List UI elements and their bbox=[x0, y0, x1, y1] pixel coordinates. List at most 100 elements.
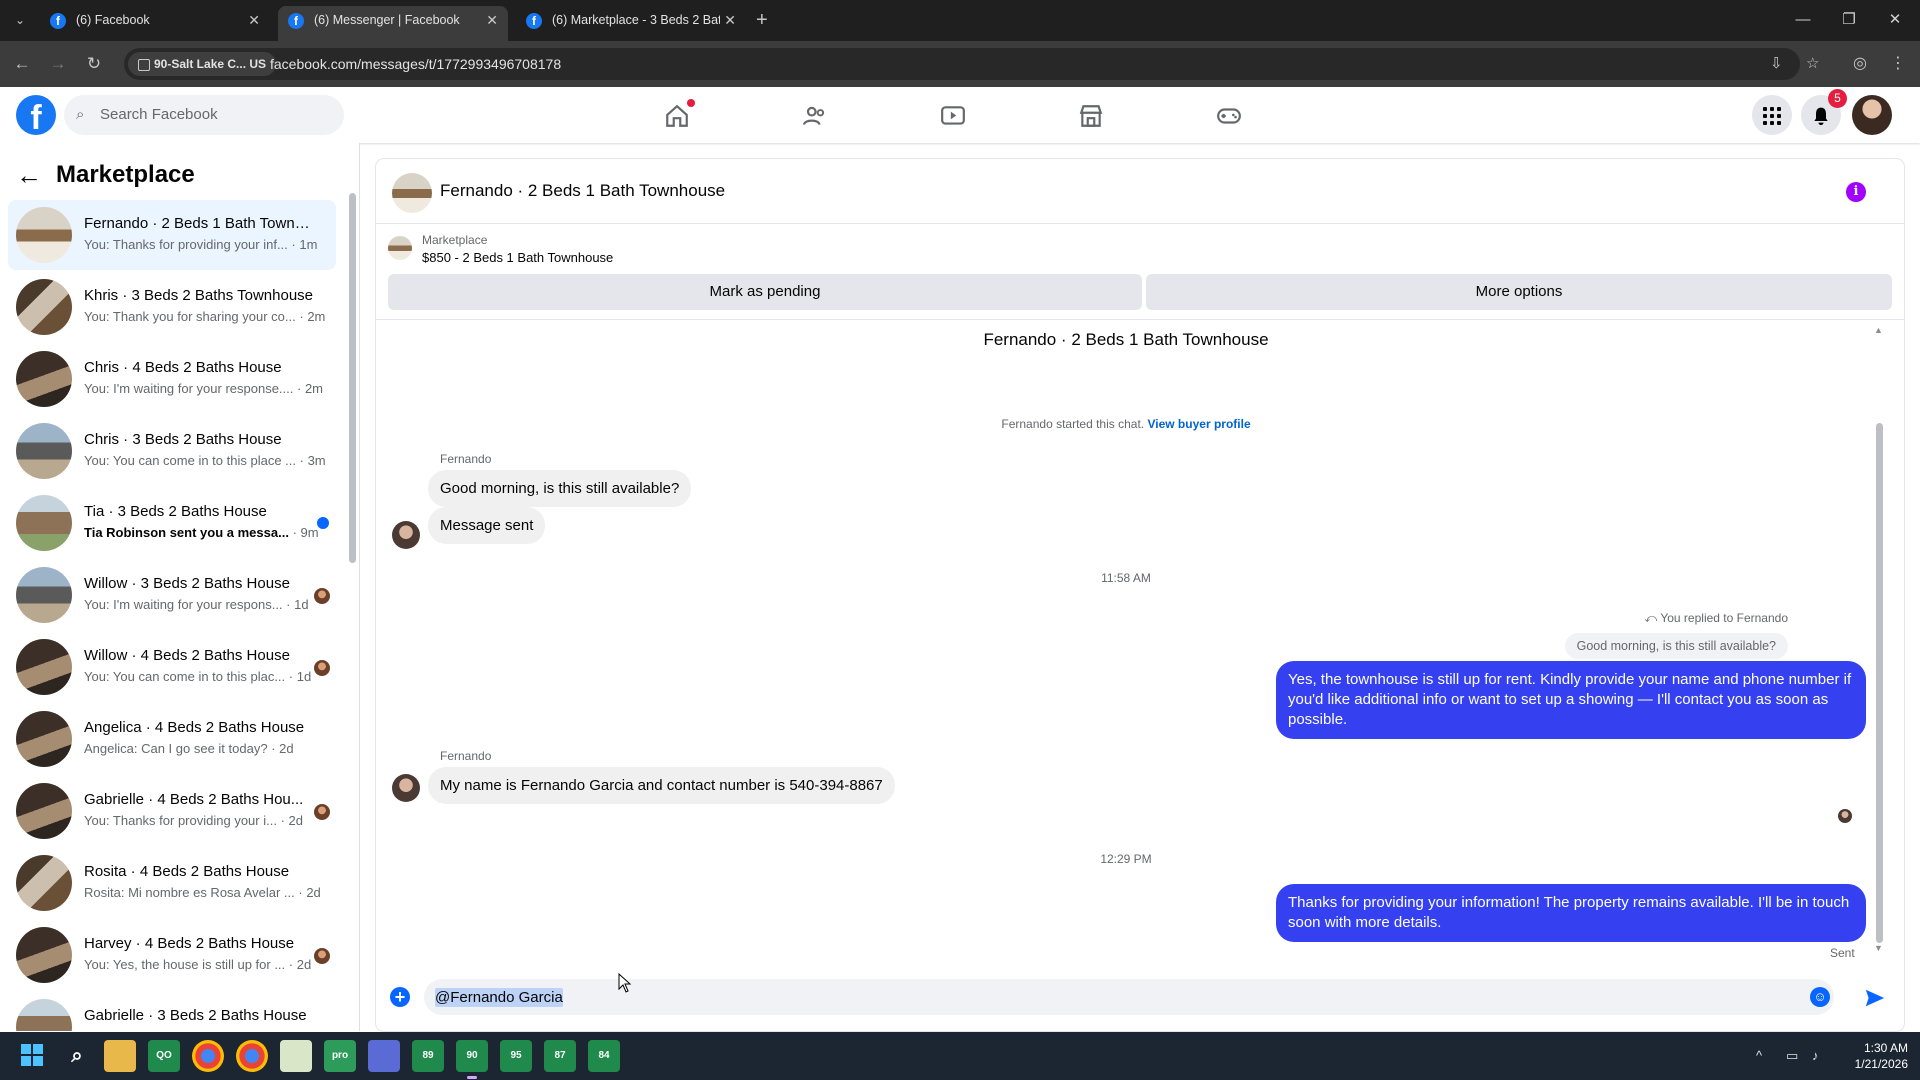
pro-tile-icon[interactable]: pro bbox=[324, 1040, 356, 1072]
system-clock[interactable]: 1:30 AM 1/21/2026 bbox=[1842, 1040, 1908, 1072]
menu-grid-icon[interactable] bbox=[1752, 95, 1792, 135]
conversation-item[interactable]: Gabrielle · 4 Beds 2 Baths Hou... You: Th… bbox=[8, 776, 336, 846]
listing-thumbnail bbox=[16, 495, 72, 551]
browser-tab-messenger[interactable]: f (6) Messenger | Facebook ✕ bbox=[278, 6, 508, 41]
more-options-button[interactable]: More options bbox=[1146, 274, 1892, 310]
close-icon[interactable]: ✕ bbox=[248, 6, 260, 34]
conversation-item[interactable]: Khris · 3 Beds 2 Baths Townhouse You: Tha… bbox=[8, 272, 336, 342]
back-arrow-icon[interactable]: ← bbox=[16, 157, 42, 193]
file-explorer-icon[interactable] bbox=[104, 1040, 136, 1072]
info-icon[interactable]: i bbox=[1846, 182, 1866, 202]
search-facebook-field[interactable]: ⌕ Search Facebook bbox=[64, 95, 344, 135]
chat-scrollbar[interactable] bbox=[1876, 423, 1883, 943]
emoji-icon[interactable]: ☺ bbox=[1810, 987, 1830, 1007]
site-info-chip[interactable]: 90-Salt Lake C... US bbox=[128, 52, 277, 76]
conversation-item[interactable]: Gabrielle · 3 Beds 2 Baths House Gabriell… bbox=[8, 992, 336, 1031]
conversation-item[interactable]: Chris · 4 Beds 2 Baths House You: I'm wai… bbox=[8, 344, 336, 414]
url-text[interactable]: facebook.com/messages/t/1772993496708178 bbox=[270, 48, 561, 80]
notifications-bell-icon[interactable]: 5 bbox=[1801, 89, 1847, 135]
scroll-up-icon[interactable]: ▲ bbox=[1874, 325, 1883, 335]
conversation-item[interactable]: Rosita · 4 Beds 2 Baths House Rosita: Mi … bbox=[8, 848, 336, 918]
install-app-icon[interactable]: ⇩ bbox=[1770, 48, 1783, 80]
unread-dot bbox=[317, 517, 329, 529]
started-text: Fernando started this chat. bbox=[1001, 417, 1145, 431]
incoming-message[interactable]: My name is Fernando Garcia and contact n… bbox=[428, 767, 895, 804]
listing-thumbnail bbox=[16, 351, 72, 407]
incoming-message[interactable]: Message sent bbox=[428, 507, 546, 544]
app-icon[interactable] bbox=[368, 1040, 400, 1072]
app-95-dall-icon[interactable]: 95 bbox=[500, 1040, 532, 1072]
friends-icon[interactable] bbox=[759, 93, 871, 137]
app-89-cha-icon[interactable]: 89 bbox=[412, 1040, 444, 1072]
conversation-item[interactable]: Tia · 3 Beds 2 Baths House Tia Robinson s… bbox=[8, 488, 336, 558]
account-avatar[interactable] bbox=[1852, 95, 1892, 135]
preview-text: You: Thanks for providing your i... bbox=[84, 813, 277, 828]
network-icon[interactable]: ▭ bbox=[1786, 1032, 1798, 1080]
app-qo-icon[interactable]: QO bbox=[148, 1040, 180, 1072]
close-icon[interactable]: ✕ bbox=[486, 6, 498, 34]
marketplace-icon[interactable] bbox=[1035, 93, 1147, 137]
sheet-app-icon[interactable] bbox=[280, 1040, 312, 1072]
chrome-profile-h-icon[interactable] bbox=[192, 1040, 224, 1072]
conversation-item[interactable]: Harvey · 4 Beds 2 Baths House You: Yes, t… bbox=[8, 920, 336, 990]
sidebar-scrollbar[interactable] bbox=[349, 193, 356, 563]
facebook-favicon-icon: f bbox=[526, 13, 542, 29]
app-84-cin-icon[interactable]: 84 bbox=[588, 1040, 620, 1072]
facebook-logo[interactable]: f bbox=[16, 95, 56, 135]
app-90-salt-icon[interactable]: 90 bbox=[456, 1040, 488, 1072]
conversation-time: · 2m bbox=[297, 381, 324, 396]
conversation-item[interactable]: Chris · 3 Beds 2 Baths House You: You can… bbox=[8, 416, 336, 486]
incoming-message[interactable]: Good morning, is this still available? bbox=[428, 470, 692, 507]
tab-search-icon[interactable]: ⌄ bbox=[8, 9, 32, 31]
minimize-icon[interactable]: — bbox=[1780, 6, 1826, 34]
clock-time: 1:30 AM bbox=[1863, 1041, 1908, 1055]
sender-avatar[interactable] bbox=[392, 774, 420, 802]
conversation-item[interactable]: Angelica · 4 Beds 2 Baths House Angelica:… bbox=[8, 704, 336, 774]
plus-icon[interactable]: + bbox=[390, 987, 410, 1007]
chat-header: Fernando · 2 Beds 1 Bath Townhouse i bbox=[376, 159, 1904, 224]
new-tab-button[interactable]: + bbox=[756, 6, 768, 34]
conversation-item[interactable]: Willow · 3 Beds 2 Baths House You: I'm wa… bbox=[8, 560, 336, 630]
chat-title[interactable]: Fernando · 2 Beds 1 Bath Townhouse bbox=[440, 181, 725, 201]
notification-count-badge: 5 bbox=[1828, 89, 1847, 108]
view-buyer-profile-link[interactable]: View buyer profile bbox=[1147, 417, 1250, 431]
listing-summary[interactable]: Marketplace $850 - 2 Beds 1 Bath Townhou… bbox=[388, 230, 1888, 265]
listing-thumbnail bbox=[388, 236, 412, 260]
mark-as-pending-button[interactable]: Mark as pending bbox=[388, 274, 1142, 310]
conversation-item[interactable]: Willow · 4 Beds 2 Baths House You: You ca… bbox=[8, 632, 336, 702]
quoted-message[interactable]: Good morning, is this still available? bbox=[1564, 633, 1788, 659]
close-icon[interactable]: ✕ bbox=[720, 6, 736, 34]
tray-overflow-icon[interactable]: ^ bbox=[1756, 1032, 1762, 1080]
address-bar[interactable]: 90-Salt Lake C... US facebook.com/messag… bbox=[124, 48, 1819, 80]
bookmark-star-icon[interactable]: ☆ bbox=[1806, 48, 1819, 80]
search-icon[interactable]: ⌕ bbox=[61, 1040, 93, 1072]
tab-title: (6) Messenger | Facebook bbox=[314, 13, 460, 27]
listing-avatar[interactable] bbox=[392, 173, 432, 213]
send-icon[interactable] bbox=[1864, 983, 1886, 1011]
outgoing-message[interactable]: Yes, the townhouse is still up for rent.… bbox=[1276, 661, 1866, 739]
outgoing-message[interactable]: Thanks for providing your information! T… bbox=[1276, 884, 1866, 942]
back-arrow-icon[interactable]: ← bbox=[8, 50, 36, 78]
browser-tab-marketplace[interactable]: f (6) Marketplace - 3 Beds 2 Bath ✕ bbox=[516, 6, 746, 41]
gaming-icon[interactable] bbox=[1173, 93, 1285, 137]
browser-menu-icon[interactable]: ⋮ bbox=[1884, 50, 1912, 78]
mention-text[interactable]: @Fernando Garcia bbox=[435, 988, 563, 1007]
reload-icon[interactable]: ↻ bbox=[80, 50, 108, 78]
conversation-item[interactable]: Fernando · 2 Beds 1 Bath Townh... You: Th… bbox=[8, 200, 336, 270]
home-icon[interactable] bbox=[621, 93, 733, 137]
scroll-down-icon[interactable]: ▼ bbox=[1874, 943, 1883, 953]
sender-avatar[interactable] bbox=[392, 521, 420, 549]
app-87-ne-icon[interactable]: 87 bbox=[544, 1040, 576, 1072]
window-close-icon[interactable]: ✕ bbox=[1872, 6, 1918, 34]
forward-arrow-icon[interactable]: → bbox=[44, 50, 72, 78]
volume-icon[interactable]: ♪ bbox=[1812, 1032, 1819, 1080]
video-icon[interactable] bbox=[897, 93, 1009, 137]
chrome-profile-m-icon[interactable] bbox=[236, 1040, 268, 1072]
conversation-title: Harvey · 4 Beds 2 Baths House bbox=[84, 935, 295, 952]
message-input[interactable] bbox=[424, 979, 1834, 1015]
profile-icon[interactable]: ◎ bbox=[1846, 50, 1874, 78]
windows-start-icon[interactable] bbox=[16, 1040, 48, 1072]
facebook-favicon-icon: f bbox=[50, 13, 66, 29]
restore-icon[interactable]: ❐ bbox=[1826, 6, 1872, 34]
browser-tab-facebook[interactable]: f (6) Facebook ✕ bbox=[40, 6, 270, 41]
